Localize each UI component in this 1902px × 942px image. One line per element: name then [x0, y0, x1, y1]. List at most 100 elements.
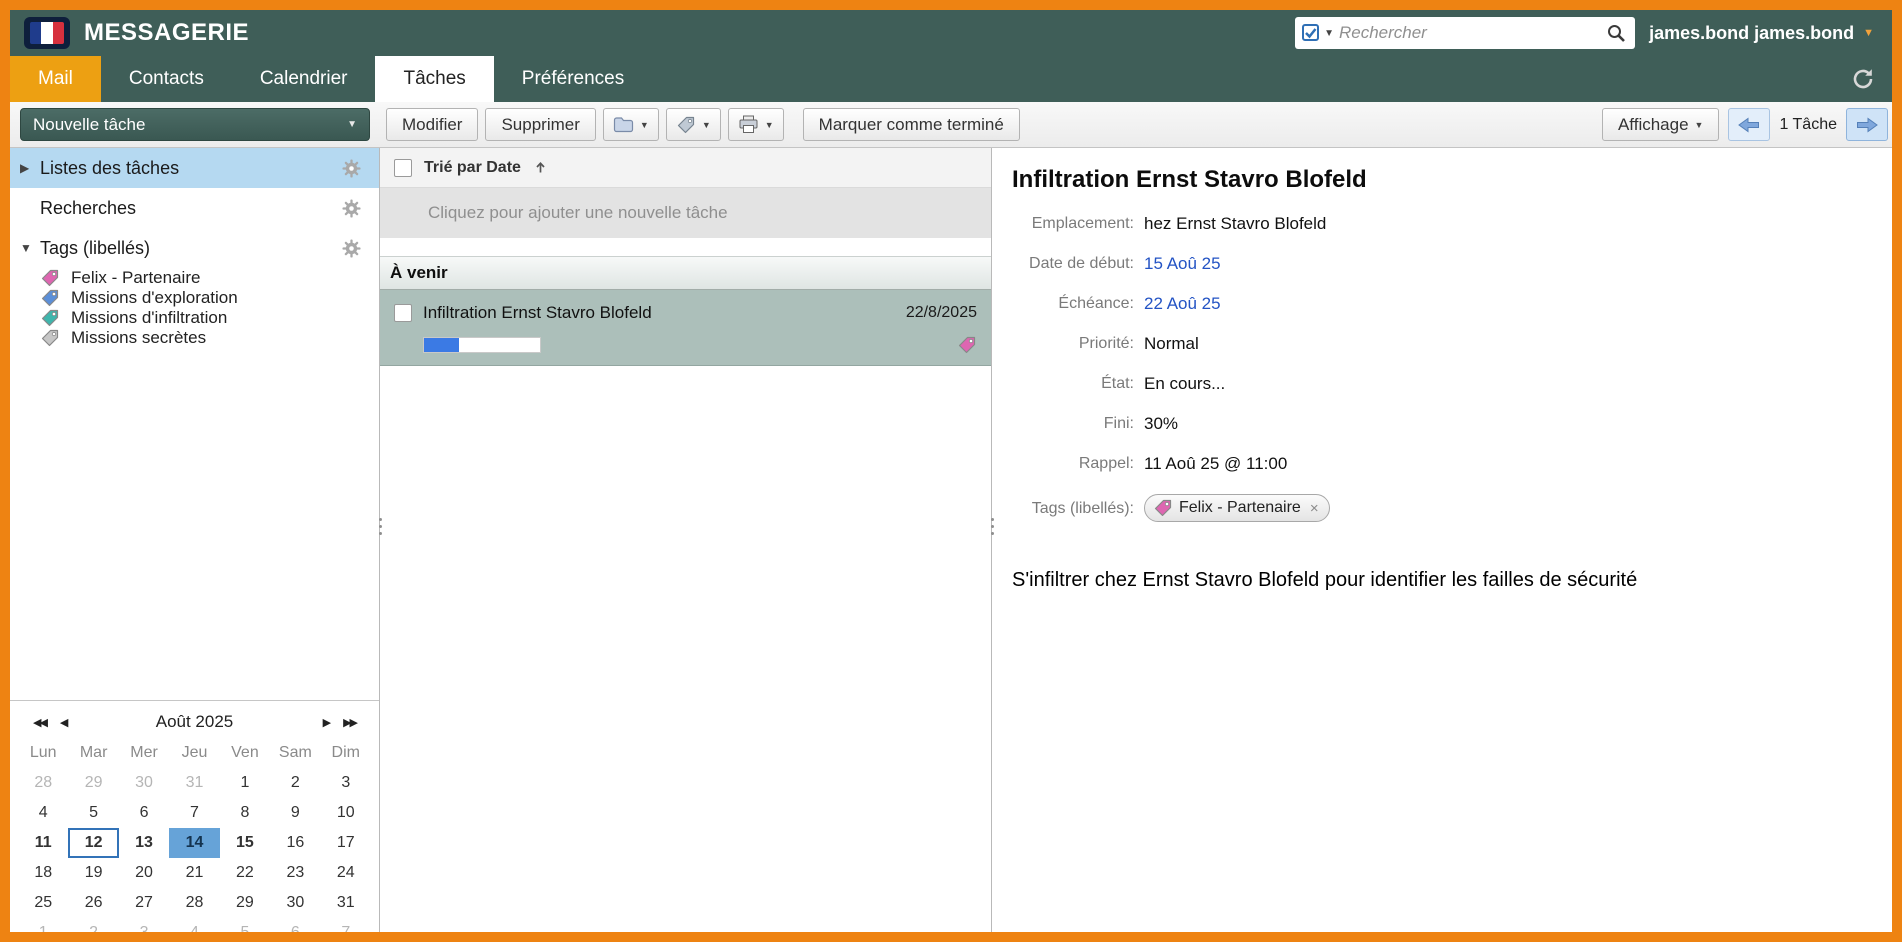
print-button[interactable]: ▼ [728, 108, 784, 141]
remove-tag-icon[interactable]: × [1310, 500, 1319, 517]
expand-right-icon[interactable]: ▶ [20, 161, 40, 175]
calendar-day[interactable]: 23 [270, 858, 320, 888]
task-checkbox[interactable] [394, 304, 412, 322]
select-all-checkbox[interactable] [394, 159, 412, 177]
tab-mail[interactable]: Mail [10, 56, 101, 102]
user-menu[interactable]: james.bond james.bond ▼ [1649, 23, 1874, 44]
calendar-day[interactable]: 21 [169, 858, 219, 888]
search-scope-selector[interactable]: ▼ [1302, 24, 1334, 42]
calendar-day[interactable]: 3 [321, 768, 371, 798]
calendar-day[interactable]: 6 [270, 918, 320, 932]
calendar-day[interactable]: 6 [119, 798, 169, 828]
calendar-day[interactable]: 12 [68, 828, 118, 858]
view-button[interactable]: Affichage ▼ [1602, 108, 1720, 141]
calendar-day[interactable]: 7 [169, 798, 219, 828]
calendar-day[interactable]: 3 [119, 918, 169, 932]
calendar-day[interactable]: 30 [119, 768, 169, 798]
sidebar-item-tags[interactable]: ▼ Tags (libellés) [10, 228, 379, 268]
sidebar-label-searches: Recherches [40, 198, 136, 219]
add-task-row[interactable]: Cliquez pour ajouter une nouvelle tâche [380, 188, 991, 238]
calendar-day[interactable]: 2 [68, 918, 118, 932]
mark-done-button[interactable]: Marquer comme terminé [803, 108, 1020, 141]
tab-preferences[interactable]: Préférences [494, 56, 652, 102]
calendar-day-header: Mer [119, 738, 169, 768]
sidebar-label-task-lists: Listes des tâches [40, 158, 179, 179]
calendar-day[interactable]: 27 [119, 888, 169, 918]
delete-button[interactable]: Supprimer [485, 108, 595, 141]
sidebar-item-task-lists[interactable]: ▶ Listes des tâches [10, 148, 379, 188]
sort-by-date-label[interactable]: Trié par Date [424, 159, 521, 177]
calendar-day[interactable]: 17 [321, 828, 371, 858]
tab-taches[interactable]: Tâches [375, 56, 493, 102]
tag-button[interactable]: ▼ [666, 108, 721, 141]
calendar-day[interactable]: 22 [220, 858, 270, 888]
calendar-day[interactable]: 25 [18, 888, 68, 918]
calendar-day[interactable]: 1 [18, 918, 68, 932]
field-value-tags: Felix - Partenaire× [1144, 484, 1862, 533]
sidebar-tag-item[interactable]: Felix - Partenaire [10, 268, 379, 288]
calendar-day[interactable]: 13 [119, 828, 169, 858]
tab-contacts[interactable]: Contacts [101, 56, 232, 102]
gear-icon[interactable] [342, 199, 361, 218]
calendar-day[interactable]: 8 [220, 798, 270, 828]
expand-down-icon[interactable]: ▼ [20, 241, 40, 255]
gear-icon[interactable] [342, 159, 361, 178]
calendar-day[interactable]: 4 [169, 918, 219, 932]
calendar-day[interactable]: 20 [119, 858, 169, 888]
calendar-day[interactable]: 29 [68, 768, 118, 798]
calendar-day[interactable]: 5 [220, 918, 270, 932]
refresh-button[interactable] [1850, 56, 1892, 102]
calendar-next-year-button[interactable]: ▶▶ [336, 716, 363, 729]
calendar-prev-month-button[interactable]: ◀ [53, 716, 73, 729]
calendar-day[interactable]: 15 [220, 828, 270, 858]
folder-move-icon [613, 116, 634, 133]
calendar-day[interactable]: 5 [68, 798, 118, 828]
calendar-day[interactable]: 24 [321, 858, 371, 888]
calendar-day[interactable]: 29 [220, 888, 270, 918]
calendar-day[interactable]: 19 [68, 858, 118, 888]
calendar-day[interactable]: 31 [321, 888, 371, 918]
sidebar-item-searches[interactable]: Recherches [10, 188, 379, 228]
calendar-day[interactable]: 11 [18, 828, 68, 858]
calendar-day[interactable]: 26 [68, 888, 118, 918]
tag-label: Missions d'infiltration [71, 308, 227, 328]
calendar-day[interactable]: 28 [169, 888, 219, 918]
sidebar-tag-item[interactable]: Missions d'exploration [10, 288, 379, 308]
calendar-day[interactable]: 28 [18, 768, 68, 798]
edit-button[interactable]: Modifier [386, 108, 478, 141]
detail-fields: Emplacement:hez Ernst Stavro BlofeldDate… [1012, 204, 1862, 533]
calendar-day[interactable]: 2 [270, 768, 320, 798]
calendar-day[interactable]: 10 [321, 798, 371, 828]
sidebar-tag-item[interactable]: Missions secrètes [10, 328, 379, 348]
calendar-day[interactable]: 14 [169, 828, 219, 858]
search-input[interactable] [1339, 23, 1598, 43]
calendar-prev-year-button[interactable]: ◀◀ [26, 716, 53, 729]
splitter-right[interactable] [988, 516, 997, 537]
field-value[interactable]: 22 Aoû 25 [1144, 284, 1862, 324]
detail-tag-pill[interactable]: Felix - Partenaire× [1144, 494, 1330, 522]
splitter-left[interactable] [376, 516, 385, 537]
calendar-day[interactable]: 16 [270, 828, 320, 858]
tab-calendrier[interactable]: Calendrier [232, 56, 376, 102]
calendar-day[interactable]: 4 [18, 798, 68, 828]
calendar-next-month-button[interactable]: ▶ [316, 716, 336, 729]
prev-page-button[interactable] [1728, 108, 1770, 141]
gear-icon[interactable] [342, 239, 361, 258]
field-value: Normal [1144, 324, 1862, 364]
task-row[interactable]: Infiltration Ernst Stavro Blofeld22/8/20… [380, 290, 991, 366]
calendar-day[interactable]: 31 [169, 768, 219, 798]
calendar-day[interactable]: 18 [18, 858, 68, 888]
move-button[interactable]: ▼ [603, 108, 659, 141]
calendar-day[interactable]: 9 [270, 798, 320, 828]
calendar-day[interactable]: 7 [321, 918, 371, 932]
search-button[interactable] [1603, 23, 1629, 43]
item-count: 1 Tâche [1779, 116, 1837, 134]
next-page-button[interactable] [1846, 108, 1888, 141]
app-window: MESSAGERIE ▼ james.bond james.bond ▼ Mai… [0, 0, 1902, 942]
calendar-day[interactable]: 1 [220, 768, 270, 798]
chevron-down-icon: ▼ [1695, 120, 1704, 130]
calendar-day[interactable]: 30 [270, 888, 320, 918]
sidebar-tag-item[interactable]: Missions d'infiltration [10, 308, 379, 328]
field-value[interactable]: 15 Aoû 25 [1144, 244, 1862, 284]
new-task-button[interactable]: Nouvelle tâche ▼ [20, 108, 370, 141]
